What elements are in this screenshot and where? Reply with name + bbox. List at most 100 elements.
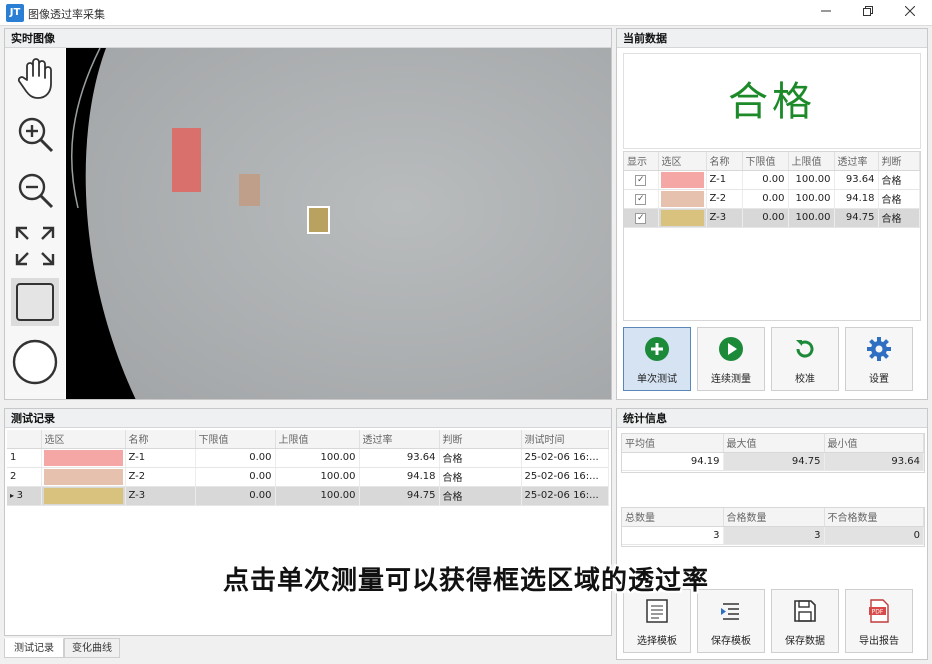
table-row[interactable]: ✓ Z-1 0.00 100.00 93.64 合格 [624,170,920,190]
avg-label: 平均值 [622,434,724,453]
button-label: 连续测量 [711,374,751,385]
expand-icon [15,226,55,266]
column-header[interactable]: 名称 [125,430,196,449]
refresh-icon [796,340,814,358]
image-viewport[interactable] [66,48,611,399]
cell-upper: 100.00 [275,467,360,487]
table-row[interactable]: ▸ 3 Z-3 0.00 100.00 94.75 合格 25-02-06 16… [7,486,609,506]
column-header[interactable]: 选区 [41,430,126,449]
cell-time: 25-02-06 16:... [521,448,609,468]
table-row[interactable]: 2 Z-2 0.00 100.00 94.18 合格 25-02-06 16:.… [7,467,609,487]
single-test-button[interactable]: 单次测试 [623,327,691,391]
max-label: 最大值 [723,434,825,453]
floppy-icon [794,600,816,622]
cell-index: 1 [7,448,42,468]
total-value: 3 [622,526,724,545]
gear-icon [867,337,891,361]
current-data-table: 显示 选区 名称 下限值 上限值 透过率 判断 ✓ Z-1 0.00 100.0… [623,151,921,321]
button-label: 选择模板 [637,636,677,647]
column-header[interactable]: 下限值 [742,152,789,171]
cell-result: 合格 [439,467,522,487]
close-button[interactable] [890,0,930,26]
panel-title: 测试记录 [5,409,611,428]
cell-name: Z-1 [125,448,196,468]
column-header[interactable]: 上限值 [788,152,835,171]
statistics-panel: 统计信息 平均值 最大值 最小值 94.19 94.75 93.64 总数量 合… [616,408,928,660]
column-header[interactable]: 透过率 [359,430,440,449]
show-checkbox[interactable]: ✓ [635,212,647,224]
region-z2[interactable] [239,174,260,206]
cell-lower: 0.00 [195,486,276,506]
region-z3[interactable] [307,206,330,234]
total-label: 总数量 [622,508,724,527]
cell-result: 合格 [439,486,522,506]
minimize-icon [821,10,831,12]
cell-lower: 0.00 [195,448,276,468]
cell-upper: 100.00 [275,448,360,468]
button-label: 保存模板 [711,636,751,647]
fail-count-value: 0 [824,526,924,545]
rect-select-tool[interactable] [11,278,59,326]
table-row[interactable]: ✓ Z-3 0.00 100.00 94.75 合格 [624,208,920,228]
test-records-panel: 测试记录 选区 名称 下限值 上限值 透过率 判断 测试时间 1 Z-1 0.0… [4,408,612,636]
select-template-button[interactable]: 选择模板 [623,589,691,653]
tab-test-records[interactable]: 测试记录 [4,638,64,658]
realtime-image-panel: 实时图像 [4,28,612,400]
continuous-measure-button[interactable]: 连续测量 [697,327,765,391]
column-header[interactable]: 判断 [878,152,920,171]
cell-upper: 100.00 [788,189,835,209]
table-row[interactable]: 1 Z-1 0.00 100.00 93.64 合格 25-02-06 16:.… [7,448,609,468]
column-header[interactable]: 名称 [706,152,743,171]
column-header[interactable]: 上限值 [275,430,360,449]
svg-text:PDF: PDF [872,609,884,616]
tab-change-curve[interactable]: 变化曲线 [64,638,120,658]
panel-title: 当前数据 [617,29,927,48]
circle-icon [12,339,58,385]
save-template-button[interactable]: 保存模板 [697,589,765,653]
pan-tool[interactable] [11,54,59,102]
show-checkbox[interactable]: ✓ [635,193,647,205]
button-label: 保存数据 [785,636,825,647]
button-label: 导出报告 [859,636,899,647]
min-value: 93.64 [824,452,924,471]
window-title: 图像透过率采集 [28,8,105,21]
cell-upper: 100.00 [788,208,835,228]
column-header[interactable]: 显示 [624,152,659,171]
plus-circle-icon [645,337,669,361]
region-swatch [660,209,704,226]
cell-upper: 100.00 [788,170,835,190]
restore-button[interactable] [848,0,888,26]
region-swatch [43,468,123,485]
zoom-in-tool[interactable] [11,110,59,158]
zoom-out-tool[interactable] [11,166,59,214]
fit-view-tool[interactable] [11,222,59,270]
column-header[interactable]: 判断 [439,430,522,449]
cell-result: 合格 [878,170,920,190]
hand-icon [17,58,52,99]
pass-count-value: 3 [723,526,825,545]
export-report-button[interactable]: PDF 导出报告 [845,589,913,653]
column-header[interactable]: 选区 [658,152,707,171]
button-label: 校准 [795,374,815,385]
button-label: 单次测试 [637,374,677,385]
table-row[interactable]: ✓ Z-2 0.00 100.00 94.18 合格 [624,189,920,209]
column-header[interactable]: 透过率 [834,152,879,171]
calibrate-button[interactable]: 校准 [771,327,839,391]
circle-select-tool[interactable] [11,338,59,386]
minimize-button[interactable] [806,0,846,26]
cell-lower: 0.00 [742,189,789,209]
save-data-button[interactable]: 保存数据 [771,589,839,653]
rectangle-icon [16,283,54,321]
records-table: 选区 名称 下限值 上限值 透过率 判断 测试时间 1 Z-1 0.00 100… [7,430,609,510]
column-header[interactable]: 下限值 [195,430,276,449]
restore-icon [863,6,873,16]
region-z1[interactable] [172,128,201,192]
column-header[interactable] [7,430,42,449]
max-value: 94.75 [723,452,825,471]
show-checkbox[interactable]: ✓ [635,174,647,186]
zoom-in-icon [18,117,54,153]
min-label: 最小值 [824,434,924,453]
settings-button[interactable]: 设置 [845,327,913,391]
cell-name: Z-2 [125,467,196,487]
column-header[interactable]: 测试时间 [521,430,609,449]
